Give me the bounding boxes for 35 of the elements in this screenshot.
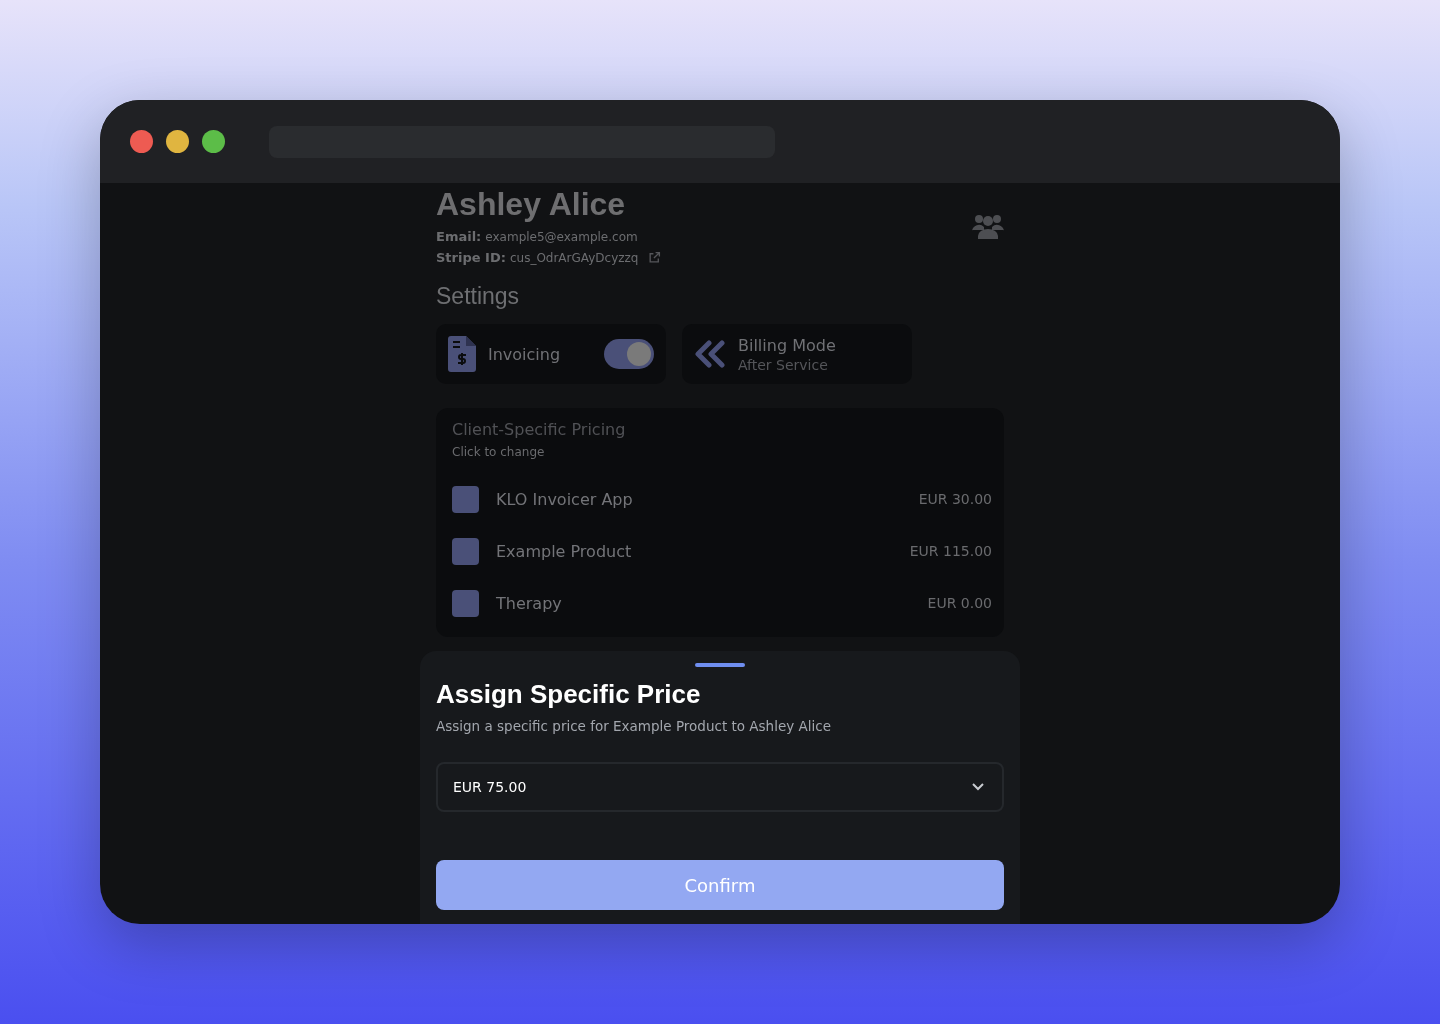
settings-heading: Settings bbox=[436, 283, 521, 310]
drag-handle[interactable] bbox=[695, 663, 745, 667]
product-price: EUR 30.00 bbox=[918, 491, 992, 507]
billing-mode-label: Billing Mode bbox=[738, 335, 836, 355]
users-icon[interactable] bbox=[972, 213, 1004, 239]
product-price: EUR 115.00 bbox=[909, 543, 992, 559]
email-value: example5@example.com bbox=[485, 229, 638, 244]
chevron-down-icon bbox=[972, 783, 984, 791]
product-name: Therapy bbox=[496, 593, 563, 613]
product-name: Example Product bbox=[496, 541, 633, 561]
billing-mode-card[interactable]: Billing Mode After Service bbox=[682, 324, 912, 384]
pricing-title: Client-Specific Pricing bbox=[452, 420, 627, 439]
sheet-title: Assign Specific Price bbox=[436, 679, 702, 710]
invoicing-toggle[interactable] bbox=[604, 339, 654, 369]
pricing-hint: Click to change bbox=[452, 445, 546, 459]
minimize-button[interactable] bbox=[166, 130, 189, 153]
product-price: EUR 0.00 bbox=[927, 595, 992, 611]
checkbox[interactable] bbox=[452, 485, 479, 513]
stripe-id-label: Stripe ID: bbox=[436, 250, 506, 265]
product-name: KLO Invoicer App bbox=[496, 489, 634, 509]
confirm-button[interactable]: Confirm bbox=[436, 860, 1004, 910]
close-button[interactable] bbox=[130, 130, 153, 153]
external-link-icon[interactable] bbox=[648, 251, 662, 264]
maximize-button[interactable] bbox=[202, 130, 225, 153]
email-label: Email: bbox=[436, 229, 482, 244]
client-name: Ashley Alice bbox=[436, 185, 627, 223]
price-select[interactable]: EUR 75.00 bbox=[436, 762, 1004, 812]
invoicing-label: Invoicing bbox=[488, 344, 562, 364]
checkbox[interactable] bbox=[452, 589, 479, 617]
invoice-icon bbox=[448, 336, 476, 372]
stripe-id-value: cus_OdrArGAyDcyzzq bbox=[509, 250, 639, 265]
billing-mode-value: After Service bbox=[738, 356, 829, 373]
sheet-subtitle: Assign a specific price for Example Product to Ashley Alice bbox=[436, 718, 832, 734]
double-chevron-left-icon bbox=[694, 340, 726, 368]
checkbox[interactable] bbox=[452, 537, 479, 565]
